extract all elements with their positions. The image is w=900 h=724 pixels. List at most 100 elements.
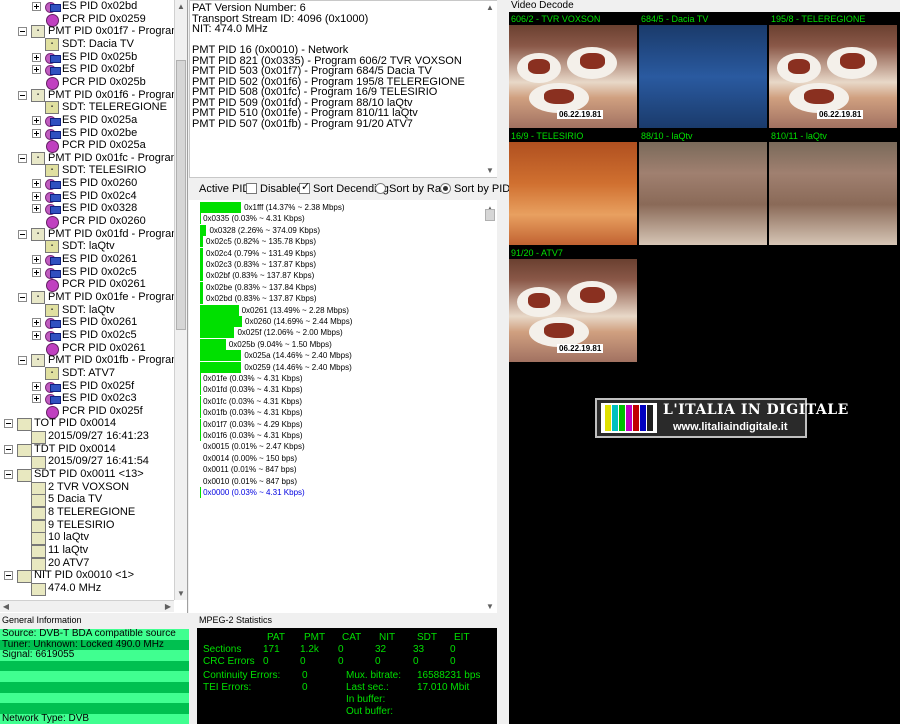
tree-row[interactable]: ES PID 0x025b xyxy=(0,51,172,64)
expand-plus-icon[interactable] xyxy=(32,191,41,201)
tree-row[interactable]: ES PID 0x02c5 xyxy=(0,266,172,279)
tree-row[interactable]: PCR PID 0x0259 xyxy=(0,13,172,27)
expand-plus-icon[interactable] xyxy=(32,267,41,277)
scroll-down-arrow-icon[interactable]: ▼ xyxy=(175,587,187,600)
tree-row[interactable]: 2015/09/27 16:41:23 xyxy=(0,430,172,445)
tree-row[interactable]: PCR PID 0x025b xyxy=(0,76,172,90)
sort-by-pid-radio[interactable]: Sort by PID xyxy=(440,183,510,196)
pids-vertical-scrollbar[interactable]: ▲ ▼ xyxy=(484,202,497,613)
pid-tree[interactable]: ES PID 0x02bd PCR PID 0x0259 ▪ PMT PID 0x01… xyxy=(0,0,188,613)
expand-plus-icon[interactable] xyxy=(32,2,41,11)
tree-row[interactable]: ▪ SDT: Dacia TV xyxy=(0,37,172,51)
tree-scroll-thumb[interactable] xyxy=(176,60,186,330)
expand-plus-icon[interactable] xyxy=(32,255,41,264)
tree-row[interactable]: PCR PID 0x025f xyxy=(0,405,172,419)
tree-row[interactable]: ES PID 0x0328 xyxy=(0,202,172,216)
video-thumbnail[interactable]: 06.22.19.81 606/2 - TVR VOXSON xyxy=(509,12,637,128)
tree-row[interactable]: 8 TELEREGIONE xyxy=(0,506,172,520)
scroll-down-arrow-icon[interactable]: ▼ xyxy=(484,600,496,613)
tree-row[interactable]: 9 TELESIRIO xyxy=(0,519,172,533)
collapse-minus-icon[interactable] xyxy=(18,153,27,163)
tree-row[interactable]: ▪ PMT PID 0x01fd - Program 10 xyxy=(0,227,187,241)
tree-row[interactable]: ES PID 0x02bd xyxy=(0,0,172,13)
sort-by-rate-radio[interactable]: Sort by Rate xyxy=(375,183,450,196)
video-thumbnail[interactable]: 88/10 - laQtv xyxy=(639,129,767,245)
tree-row[interactable]: ▪ PMT PID 0x01f6 - Program 8 xyxy=(0,88,187,102)
scroll-up-arrow-icon[interactable]: ▲ xyxy=(175,0,187,13)
scroll-down-arrow-icon[interactable]: ▼ xyxy=(484,164,496,177)
collapse-minus-icon[interactable] xyxy=(4,571,13,581)
collapse-minus-icon[interactable] xyxy=(18,27,27,37)
tree-row[interactable]: ES PID 0x0261 xyxy=(0,316,172,330)
tree-row[interactable]: ES PID 0x0260 xyxy=(0,177,172,191)
tree-row[interactable]: ▪ SDT: TELEREGIONE xyxy=(0,101,172,115)
tree-row[interactable]: ES PID 0x025f xyxy=(0,380,172,393)
tree-row[interactable]: 474.0 MHz xyxy=(0,581,172,596)
tree-row[interactable]: ▪ PMT PID 0x01fc - Program 9 xyxy=(0,151,187,165)
collapse-minus-icon[interactable] xyxy=(4,470,13,480)
tree-row[interactable]: PCR PID 0x025a xyxy=(0,139,172,154)
tree-row[interactable]: ▪ PMT PID 0x01fb - Program 20 xyxy=(0,354,187,368)
expand-plus-icon[interactable] xyxy=(32,65,41,75)
tree-row[interactable]: ▪ SDT: laQtv xyxy=(0,240,172,254)
tree-row[interactable]: ES PID 0x02c4 xyxy=(0,190,172,203)
tree-row[interactable]: ES PID 0x025a xyxy=(0,114,172,127)
tree-row[interactable]: PCR PID 0x0261 xyxy=(0,278,172,293)
video-thumbnail[interactable]: 16/9 - TELESIRIO xyxy=(509,129,637,245)
tree-row[interactable]: PCR PID 0x0261 xyxy=(0,342,172,356)
collapse-minus-icon[interactable] xyxy=(18,229,27,239)
tree-row[interactable]: TOT PID 0x0014 xyxy=(0,417,172,432)
expand-plus-icon[interactable] xyxy=(32,330,41,340)
expand-plus-icon[interactable] xyxy=(32,394,41,404)
crc-errors-value: 0 xyxy=(413,656,419,667)
tree-horizontal-scrollbar[interactable]: ◀ ▶ xyxy=(0,600,174,612)
expand-plus-icon[interactable] xyxy=(32,179,41,189)
tree-row[interactable]: 2015/09/27 16:41:54 xyxy=(0,455,172,470)
tree-row[interactable]: ES PID 0x0261 xyxy=(0,253,172,266)
tree-row[interactable]: ES PID 0x02c5 xyxy=(0,329,172,342)
expand-plus-icon[interactable] xyxy=(32,52,41,62)
tree-row[interactable]: ES PID 0x02c3 xyxy=(0,392,172,406)
expand-plus-icon[interactable] xyxy=(32,204,41,214)
scroll-up-arrow-icon[interactable]: ▲ xyxy=(484,1,496,14)
scroll-left-arrow-icon[interactable]: ◀ xyxy=(0,601,12,613)
video-thumbnail[interactable]: 06.22.19.81 195/8 - TELEREGIONE xyxy=(769,12,897,128)
tree-row[interactable]: ▪ SDT: TELESIRIO xyxy=(0,164,172,178)
collapse-minus-icon[interactable] xyxy=(4,419,13,429)
expand-plus-icon[interactable] xyxy=(32,318,41,328)
expand-plus-icon[interactable] xyxy=(32,115,41,125)
tree-row-label: ES PID 0x02c3 xyxy=(62,392,137,405)
tree-row[interactable]: ES PID 0x02be xyxy=(0,127,172,140)
tree-row[interactable]: ▪ PMT PID 0x01fe - Program 11 xyxy=(0,290,187,304)
tree-row[interactable]: ES PID 0x02bf xyxy=(0,63,172,77)
video-thumbnail[interactable]: 684/5 - Dacia TV xyxy=(639,12,767,128)
scroll-right-arrow-icon[interactable]: ▶ xyxy=(162,601,174,613)
collapse-minus-icon[interactable] xyxy=(18,292,27,302)
tree-row[interactable]: ▪ PMT PID 0x01f7 - Program 5 xyxy=(0,25,187,39)
tree-row[interactable]: ▪ SDT: ATV7 xyxy=(0,366,172,380)
collapse-minus-icon[interactable] xyxy=(18,356,27,366)
tree-row[interactable]: ▪ SDT: laQtv xyxy=(0,303,172,317)
collapse-minus-icon[interactable] xyxy=(18,90,27,100)
tree-row[interactable]: 11 laQtv xyxy=(0,544,172,558)
collapse-minus-icon[interactable] xyxy=(4,444,13,454)
tree-row[interactable]: PCR PID 0x0260 xyxy=(0,215,172,230)
tree-row[interactable]: 5 Dacia TV xyxy=(0,493,172,508)
tree-row[interactable]: TDT PID 0x0014 xyxy=(0,443,172,457)
tree-row[interactable]: SDT PID 0x0011 <13> xyxy=(0,468,172,483)
pids-scroll-thumb[interactable] xyxy=(485,209,495,221)
tree-row-label: 474.0 MHz xyxy=(48,581,102,594)
expand-plus-icon[interactable] xyxy=(32,381,41,391)
video-thumbnail[interactable]: 06.22.19.81 91/20 - ATV7 xyxy=(509,246,637,362)
pcr-clock-icon xyxy=(45,278,59,293)
disabled-checkbox[interactable]: Disabled xyxy=(246,183,303,196)
tree-vertical-scrollbar[interactable]: ▲ ▼ xyxy=(174,0,187,600)
tree-row[interactable]: 20 ATV7 xyxy=(0,557,172,571)
video-thumbnail[interactable]: 810/11 - laQtv xyxy=(769,129,897,245)
info-vertical-scrollbar[interactable]: ▲ ▼ xyxy=(484,1,497,177)
tree-row[interactable]: 2 TVR VOXSON xyxy=(0,481,172,495)
table-icon xyxy=(17,417,32,432)
tree-row[interactable]: 10 laQtv xyxy=(0,531,172,546)
expand-plus-icon[interactable] xyxy=(32,128,41,138)
tree-row[interactable]: NIT PID 0x0010 <1> xyxy=(0,569,172,584)
